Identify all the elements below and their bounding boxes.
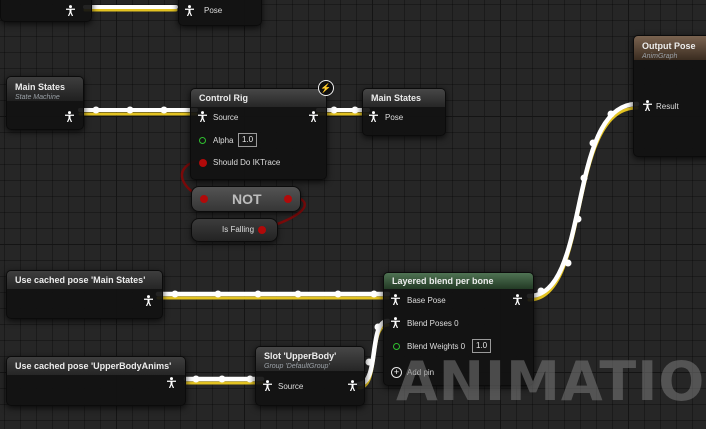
- cached-main-title: Use cached pose 'Main States': [15, 275, 146, 285]
- graph-type-watermark: ANIMATION: [396, 350, 706, 413]
- control-rig-ik-label: Should Do IKTrace: [213, 158, 281, 167]
- pose-output-pin-icon[interactable]: [144, 295, 153, 306]
- not-input-pin-icon[interactable]: [200, 195, 208, 203]
- top-pose-label: Pose: [204, 6, 223, 15]
- pose-input-pin-icon[interactable]: [185, 5, 194, 16]
- main-states-header: Main States State Machine: [7, 77, 83, 101]
- control-rig-alpha-label: Alpha: [213, 136, 234, 145]
- is-falling-output-pin-icon[interactable]: [258, 226, 266, 234]
- main-states-cache-title: Main States: [371, 93, 422, 103]
- pose-output-pin-icon[interactable]: [309, 111, 318, 122]
- anim-graph-canvas[interactable]: Pose Main States State Machine Control R…: [0, 0, 706, 429]
- pose-wire-blend-to-output: [527, 106, 639, 302]
- pose-output-pin-icon[interactable]: [66, 5, 75, 16]
- slot-source-label: Source: [278, 382, 304, 391]
- top-pose-input-node[interactable]: Pose: [178, 0, 262, 26]
- control-rig-node[interactable]: Control Rig Source Alpha 1.0 Should Do I…: [190, 88, 327, 180]
- main-states-cache-node[interactable]: Main States Pose: [362, 88, 446, 136]
- slot-subtitle: Group 'DefaultGroup': [264, 363, 330, 370]
- alpha-value-field[interactable]: 1.0: [238, 133, 258, 147]
- main-states-node[interactable]: Main States State Machine: [6, 76, 84, 130]
- blend-poses-label: Blend Poses 0: [407, 319, 459, 328]
- cached-pose-main-states-node[interactable]: Use cached pose 'Main States': [6, 270, 163, 319]
- pose-output-pin-icon[interactable]: [348, 380, 357, 391]
- cached-pose-upperbody-node[interactable]: Use cached pose 'UpperBodyAnims': [6, 356, 186, 406]
- layered-blend-header: Layered blend per bone: [384, 273, 533, 289]
- layered-blend-title: Layered blend per bone: [392, 276, 494, 286]
- not-node[interactable]: NOT: [191, 186, 301, 212]
- is-falling-node[interactable]: Is Falling: [191, 218, 278, 242]
- ik-bool-pin-icon[interactable]: [199, 159, 207, 167]
- output-pose-result-label: Result: [656, 102, 679, 111]
- control-rig-title: Control Rig: [199, 93, 248, 103]
- slot-header: Slot 'UpperBody' Group 'DefaultGroup': [256, 347, 364, 371]
- pose-output-pin-icon[interactable]: [167, 377, 176, 388]
- is-falling-label: Is Falling: [222, 225, 255, 234]
- cached-upper-title: Use cached pose 'UpperBodyAnims': [15, 361, 172, 371]
- slot-upperbody-node[interactable]: Slot 'UpperBody' Group 'DefaultGroup' So…: [255, 346, 365, 406]
- slot-title: Slot 'UpperBody': [264, 351, 337, 361]
- output-pose-node[interactable]: Output Pose AnimGraph Result: [633, 35, 706, 157]
- main-states-cache-header: Main States: [363, 89, 445, 107]
- result-input-pin-icon[interactable]: [643, 100, 652, 111]
- base-pose-label: Base Pose: [407, 296, 446, 305]
- source-input-pin-icon[interactable]: [263, 380, 272, 391]
- source-input-pin-icon[interactable]: [198, 111, 207, 122]
- cached-upper-header: Use cached pose 'UpperBodyAnims': [7, 357, 185, 375]
- main-states-title: Main States: [15, 82, 66, 92]
- main-states-cache-pose-label: Pose: [385, 113, 404, 122]
- not-label: NOT: [232, 191, 262, 207]
- control-rig-header: Control Rig: [191, 89, 326, 107]
- output-pose-header: Output Pose AnimGraph: [634, 36, 706, 60]
- blend-poses-input-pin-icon[interactable]: [391, 317, 400, 328]
- control-rig-source-label: Source: [213, 113, 239, 122]
- top-pose-node[interactable]: [0, 0, 92, 22]
- alpha-float-pin-icon[interactable]: [199, 137, 206, 144]
- pose-output-pin-icon[interactable]: [513, 294, 522, 305]
- not-output-pin-icon[interactable]: [284, 195, 292, 203]
- output-pose-subtitle: AnimGraph: [642, 53, 678, 60]
- pose-input-pin-icon[interactable]: [369, 111, 378, 122]
- lightning-icon: ⚡: [318, 80, 334, 96]
- output-pose-title: Output Pose: [642, 41, 696, 51]
- blend-weights-float-pin-icon[interactable]: [393, 343, 400, 350]
- base-pose-input-pin-icon[interactable]: [391, 294, 400, 305]
- pose-output-pin-icon[interactable]: [65, 111, 74, 122]
- cached-main-header: Use cached pose 'Main States': [7, 271, 162, 289]
- main-states-subtitle: State Machine: [15, 94, 60, 101]
